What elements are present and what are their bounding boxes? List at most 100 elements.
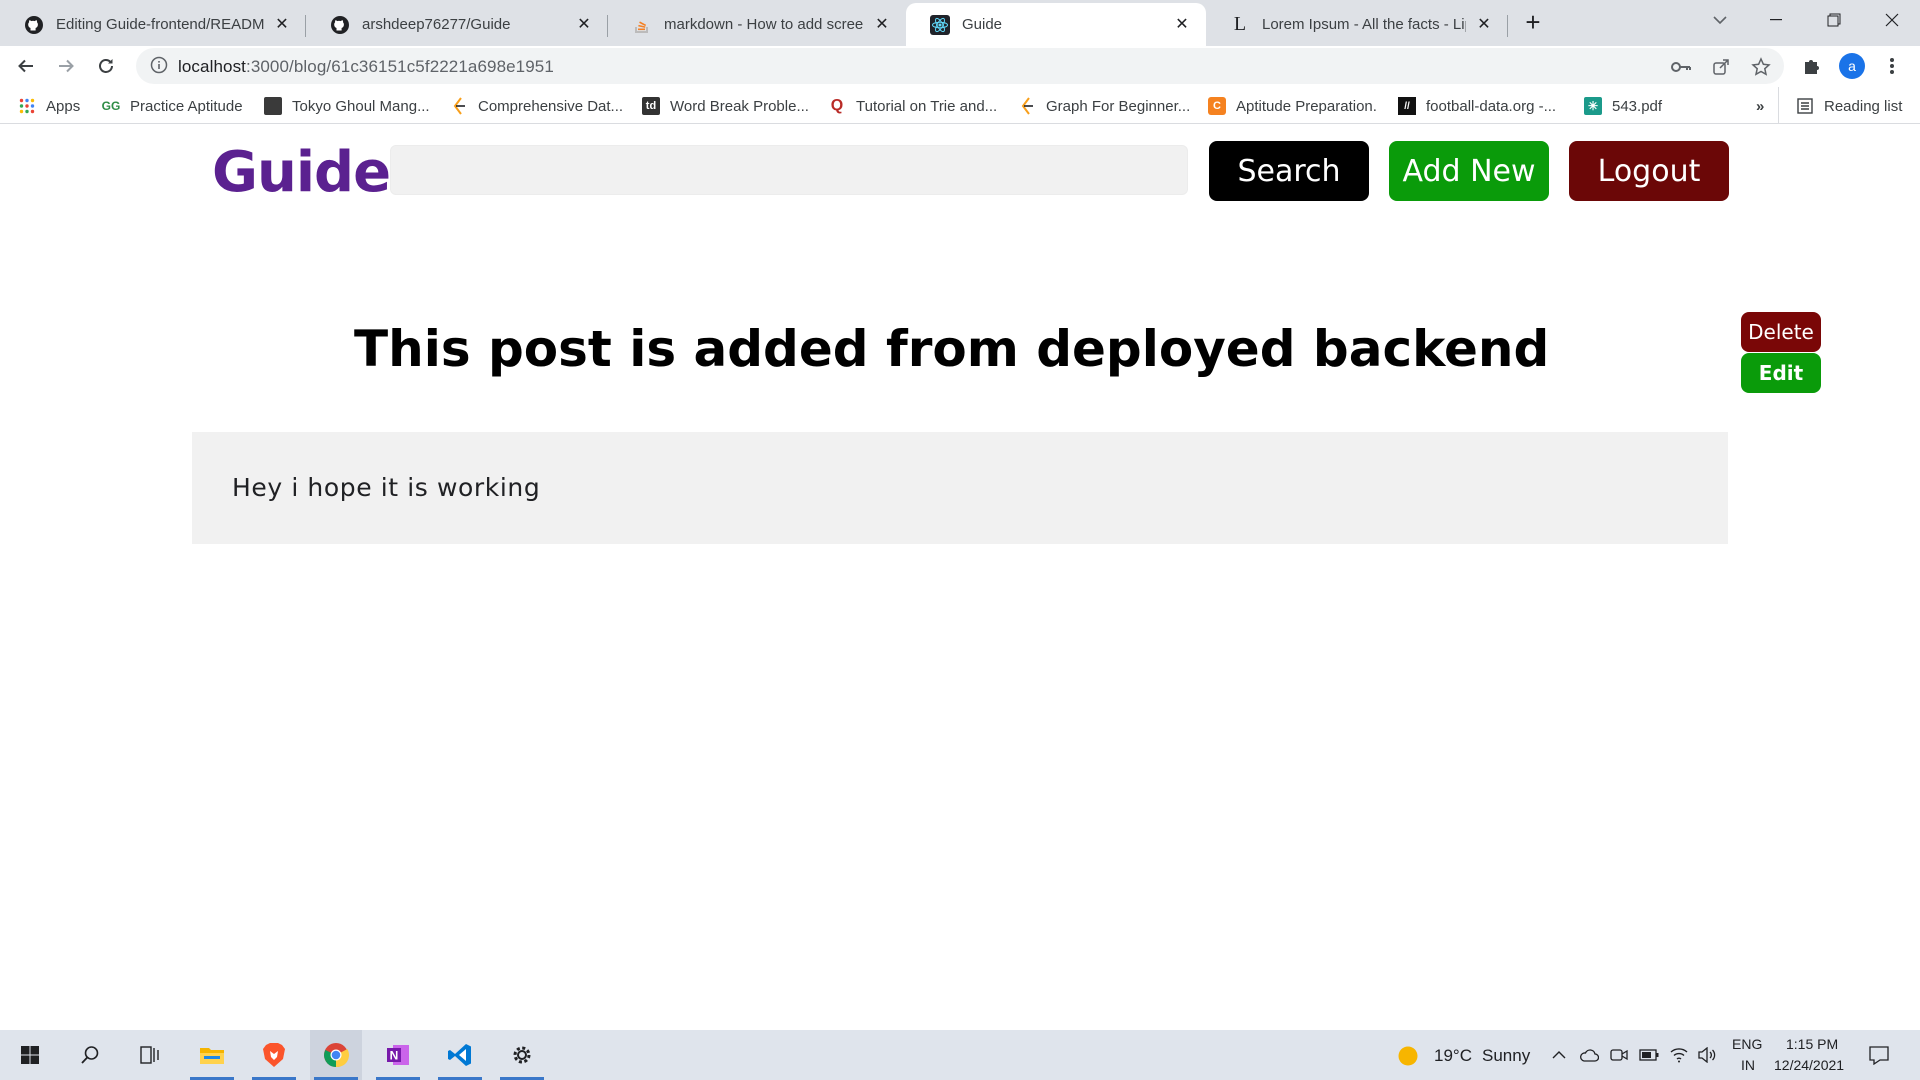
address-bar[interactable]: localhost:3000/blog/61c36151c5f2221a698e…	[136, 48, 1784, 84]
clock-date[interactable]: 12/24/2021	[1774, 1057, 1844, 1073]
clock-time[interactable]: 1:15 PM	[1786, 1036, 1838, 1052]
manga-icon	[264, 97, 282, 115]
weather-temp[interactable]: 19°C	[1434, 1046, 1472, 1066]
weather-desc[interactable]: Sunny	[1482, 1046, 1530, 1066]
bookmark-comprehensive-data[interactable]: Comprehensive Dat...	[450, 95, 623, 117]
indiabix-icon: C	[1208, 97, 1226, 115]
bookmark-label: Apps	[46, 97, 81, 115]
browser-toolbar: localhost:3000/blog/61c36151c5f2221a698e…	[0, 46, 1920, 87]
bookmark-543-pdf[interactable]: ✳ 543.pdf	[1584, 95, 1662, 117]
minimize-icon[interactable]	[1748, 0, 1804, 40]
reading-list-label: Reading list	[1824, 97, 1903, 115]
battery-icon[interactable]	[1638, 1044, 1660, 1066]
settings-gear-icon[interactable]	[496, 1030, 548, 1080]
back-arrow-icon[interactable]	[10, 50, 42, 82]
bookmarks-divider	[1778, 87, 1779, 124]
react-icon	[930, 14, 950, 35]
reload-icon[interactable]	[90, 50, 122, 82]
restore-icon[interactable]	[1806, 0, 1862, 40]
extensions-puzzle-icon[interactable]	[1796, 50, 1828, 82]
hackerrank-icon	[450, 97, 468, 115]
close-tab-icon[interactable]: ✕	[574, 15, 594, 35]
page-content: Guide Search Add New Logout This post is…	[0, 124, 1920, 1030]
tab-editing-readme[interactable]: Editing Guide-frontend/README ✕	[0, 3, 306, 46]
bookmark-aptitude-preparation[interactable]: C Aptitude Preparation.	[1208, 95, 1377, 117]
reading-list-button[interactable]: Reading list	[1796, 95, 1902, 117]
bookmark-label: Word Break Proble...	[670, 97, 809, 115]
bookmark-tokyo-ghoul[interactable]: Tokyo Ghoul Mang...	[264, 95, 430, 117]
svg-text:N: N	[390, 1049, 399, 1063]
logout-button[interactable]: Logout	[1569, 141, 1729, 201]
new-tab-button[interactable]: +	[1518, 8, 1548, 38]
browser-tab-strip: Editing Guide-frontend/README ✕ arshdeep…	[0, 0, 1920, 46]
search-button[interactable]: Search	[1209, 141, 1369, 201]
tab-stackoverflow[interactable]: markdown - How to add screensh ✕	[608, 3, 906, 46]
td-icon: td	[642, 97, 660, 115]
bookmarks-overflow-button[interactable]: »	[1756, 95, 1764, 117]
close-window-icon[interactable]	[1864, 0, 1920, 40]
volume-icon[interactable]	[1696, 1044, 1718, 1066]
search-input[interactable]	[390, 145, 1188, 195]
vscode-icon[interactable]	[434, 1030, 486, 1080]
close-tab-icon[interactable]: ✕	[872, 15, 892, 35]
forward-arrow-icon[interactable]	[50, 50, 82, 82]
wifi-icon[interactable]	[1668, 1044, 1690, 1066]
brand-logo[interactable]: Guide	[212, 140, 391, 205]
file-explorer-icon[interactable]	[186, 1030, 238, 1080]
url-path: :3000/blog/61c36151c5f2221a698e1951	[246, 57, 554, 76]
add-new-button[interactable]: Add New	[1389, 141, 1549, 201]
tab-title: arshdeep76277/Guide	[362, 16, 511, 33]
bookmark-label: Tutorial on Trie and...	[856, 97, 998, 115]
bookmark-label: Aptitude Preparation.	[1236, 97, 1377, 115]
delete-button[interactable]: Delete	[1741, 312, 1821, 352]
bookmark-trie-tutorial[interactable]: Q Tutorial on Trie and...	[828, 95, 997, 117]
input-language-top[interactable]: ENG	[1732, 1036, 1762, 1052]
notifications-icon[interactable]	[1868, 1044, 1890, 1066]
close-tab-icon[interactable]: ✕	[1172, 15, 1192, 35]
tab-search-icon[interactable]	[1692, 0, 1748, 40]
windows-start-icon[interactable]	[4, 1030, 56, 1080]
close-tab-icon[interactable]: ✕	[272, 15, 292, 35]
onedrive-cloud-icon[interactable]	[1578, 1044, 1600, 1066]
bookmark-star-icon[interactable]	[1750, 56, 1772, 78]
chevron-up-icon[interactable]	[1548, 1044, 1570, 1066]
pdf-icon: ✳	[1584, 97, 1602, 115]
bookmark-label: Graph For Beginner...	[1046, 97, 1191, 115]
menu-kebab-icon[interactable]	[1876, 50, 1908, 82]
post-title: This post is added from deployed backend	[354, 320, 1550, 378]
post-body-text: Hey i hope it is working	[232, 473, 541, 502]
tab-title: Editing Guide-frontend/README	[56, 16, 264, 33]
lipsum-icon: L	[1233, 13, 1247, 35]
tab-title: Guide	[962, 16, 1003, 33]
tab-lorem-ipsum[interactable]: L Lorem Ipsum - All the facts - Lips ✕	[1206, 3, 1508, 46]
weather-sun-icon[interactable]	[1396, 1044, 1420, 1068]
search-icon[interactable]	[64, 1030, 116, 1080]
task-view-icon[interactable]	[124, 1030, 176, 1080]
key-icon[interactable]	[1670, 56, 1692, 78]
input-language-bottom[interactable]: IN	[1741, 1057, 1755, 1073]
meet-now-icon[interactable]	[1608, 1044, 1630, 1066]
tab-github-guide[interactable]: arshdeep76277/Guide ✕	[306, 3, 608, 46]
bookmark-apps[interactable]: Apps	[18, 95, 80, 117]
tab-title: markdown - How to add screensh	[664, 16, 864, 33]
github-icon	[24, 15, 44, 35]
bookmark-football-data[interactable]: // football-data.org -...	[1398, 95, 1556, 117]
avatar: a	[1839, 53, 1865, 79]
profile-avatar[interactable]: a	[1836, 50, 1868, 82]
bookmark-word-break[interactable]: td Word Break Proble...	[642, 95, 809, 117]
tab-title: Lorem Ipsum - All the facts - Lips	[1262, 16, 1466, 33]
site-info-icon[interactable]	[150, 56, 170, 76]
github-icon	[330, 15, 350, 35]
tab-guide-active[interactable]: Guide ✕	[906, 3, 1206, 46]
bookmark-graph-beginners[interactable]: Graph For Beginner...	[1018, 95, 1190, 117]
close-tab-icon[interactable]: ✕	[1474, 15, 1494, 35]
onenote-icon[interactable]: N	[372, 1030, 424, 1080]
brave-browser-icon[interactable]	[248, 1030, 300, 1080]
share-icon[interactable]	[1710, 56, 1732, 78]
chrome-icon[interactable]	[310, 1030, 362, 1080]
football-data-icon: //	[1398, 97, 1416, 115]
bookmark-practice-aptitude[interactable]: GG Practice Aptitude	[102, 95, 243, 117]
edit-button[interactable]: Edit	[1741, 353, 1821, 393]
windows-taskbar: N 19°C Sunny ENG IN 1:15 PM 12/24/2021	[0, 1030, 1920, 1080]
bookmark-label: Tokyo Ghoul Mang...	[292, 97, 430, 115]
